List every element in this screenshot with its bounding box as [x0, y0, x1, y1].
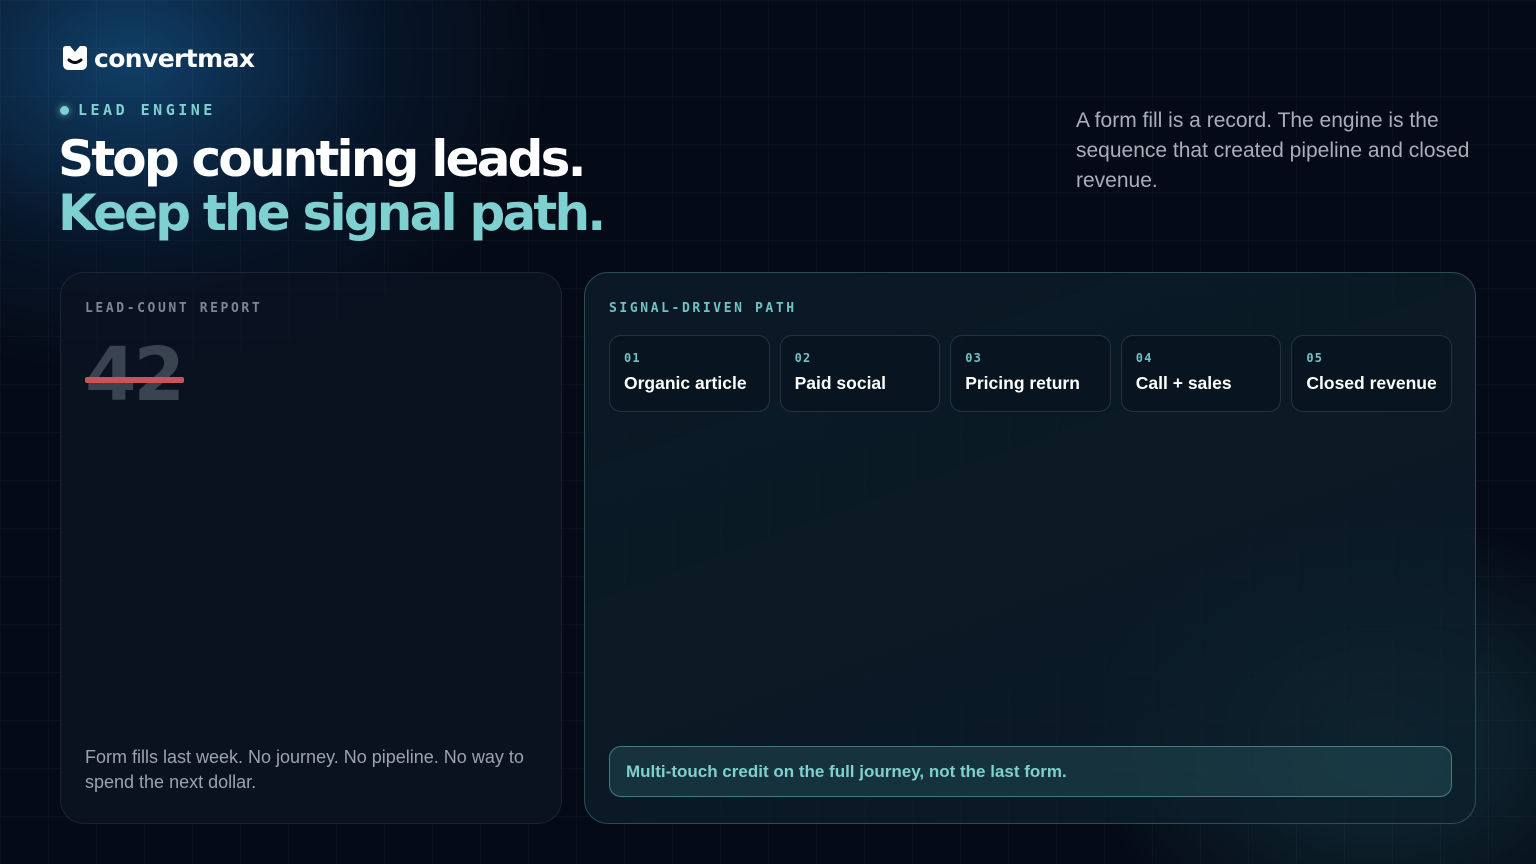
lead-count-number: 42 — [85, 332, 185, 418]
step-card: 04 Call + sales — [1120, 335, 1282, 412]
lead-count-card: LEAD-COUNT REPORT 42 Form fills last wee… — [60, 272, 562, 824]
step-label: Call + sales — [1135, 373, 1232, 393]
step-label: Paid social — [794, 373, 887, 393]
intro-text: A form fill is a record. The engine is t… — [1076, 109, 1470, 192]
slide: convertmax LEAD ENGINE Stop counting lea… — [0, 0, 1536, 864]
step-card: 02 Paid social — [779, 335, 941, 412]
convertmax-logo-icon — [63, 46, 87, 70]
step-label: Organic article — [624, 373, 747, 393]
step-label: Pricing return — [965, 373, 1080, 393]
signal-path-label: SIGNAL-DRIVEN PATH — [609, 301, 797, 316]
step-number: 04 — [1135, 351, 1153, 365]
signal-steps: 01 Organic article 02 Paid social 03 Pri… — [609, 335, 1452, 412]
callout-text: Multi-touch credit on the full journey, … — [626, 761, 1067, 781]
step-number: 03 — [965, 351, 983, 365]
lead-count-figure: 42 — [85, 332, 185, 418]
logo-wordmark: convertmax — [94, 43, 255, 73]
step-number: 02 — [794, 351, 812, 365]
strikethrough-line — [85, 377, 184, 383]
eyebrow-label: LEAD ENGINE — [78, 101, 216, 119]
step-label: Closed revenue — [1306, 373, 1437, 393]
lead-count-footnote: Form fills last week. No journey. No pip… — [85, 747, 524, 792]
page-title: Stop counting leads. Keep the signal pat… — [58, 130, 606, 242]
step-card: 03 Pricing return — [950, 335, 1111, 412]
brand-logo: convertmax — [60, 42, 255, 74]
eyebrow: LEAD ENGINE — [60, 101, 216, 119]
step-number: 01 — [624, 351, 641, 365]
lead-count-label: LEAD-COUNT REPORT — [85, 301, 263, 316]
headline-line-1: Stop counting leads. — [58, 130, 587, 188]
signal-path-card: SIGNAL-DRIVEN PATH 01 Organic article 02… — [584, 272, 1476, 824]
eyebrow-dot-icon — [60, 105, 69, 115]
callout-box: Multi-touch credit on the full journey, … — [609, 746, 1452, 797]
step-number: 05 — [1306, 351, 1324, 365]
step-card: 01 Organic article — [609, 335, 770, 412]
step-card: 05 Closed revenue — [1291, 335, 1452, 412]
headline-line-2: Keep the signal path. — [58, 184, 606, 242]
